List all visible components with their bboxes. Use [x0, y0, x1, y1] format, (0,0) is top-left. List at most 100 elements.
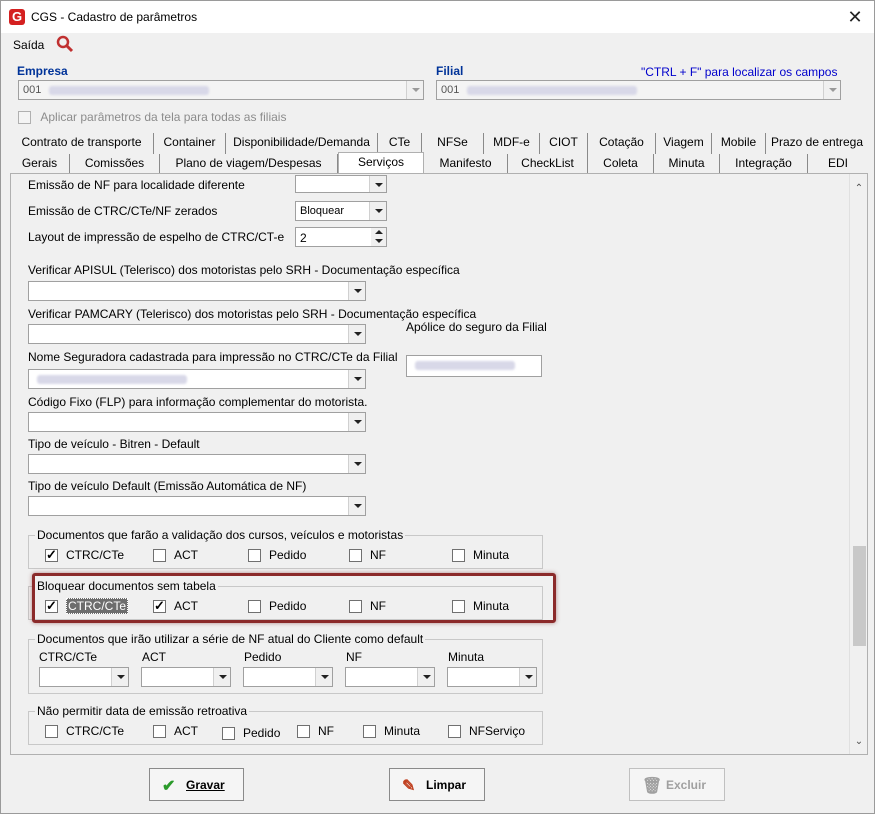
- chevron-down-icon[interactable]: [213, 668, 230, 686]
- emissao-nf-select[interactable]: [295, 175, 387, 193]
- parameters-window: G CGS - Cadastro de parâmetros ✕ Saída E…: [0, 0, 875, 814]
- apolice-input[interactable]: [406, 355, 542, 377]
- checkmark-icon: ✔: [162, 778, 176, 795]
- chevron-down-icon[interactable]: [348, 282, 365, 300]
- retroativa-pedido[interactable]: Pedido: [222, 726, 280, 741]
- chevron-down-icon[interactable]: [369, 176, 386, 192]
- apisul-select[interactable]: [28, 281, 366, 301]
- spin-down-icon[interactable]: [371, 237, 386, 246]
- highlight-box: [32, 573, 556, 623]
- tipo-veiculo-label: Tipo de veículo Default (Emissão Automát…: [28, 479, 307, 493]
- tab-manifesto[interactable]: Manifesto: [424, 154, 508, 175]
- serie-act-select[interactable]: [141, 667, 231, 687]
- checkbox-label: ACT: [174, 724, 198, 738]
- tab-cotacao[interactable]: Cotação: [588, 133, 656, 154]
- chevron-down-icon[interactable]: [417, 668, 434, 686]
- tab-nfse[interactable]: NFSe: [422, 133, 484, 154]
- ctrc-zerados-select[interactable]: Bloquear: [295, 201, 387, 221]
- tab-gerais[interactable]: Gerais: [10, 154, 70, 175]
- apply-all-checkbox[interactable]: [18, 111, 31, 125]
- chevron-down-icon[interactable]: [823, 81, 840, 99]
- serie-ctrc-select[interactable]: [39, 667, 129, 687]
- serie-col-minuta: Minuta: [448, 650, 485, 664]
- chevron-down-icon[interactable]: [315, 668, 332, 686]
- validacao-nf[interactable]: NF: [349, 548, 386, 563]
- checkbox[interactable]: [363, 725, 376, 739]
- group-retroativa: Não permitir data de emissão retroativa …: [28, 704, 543, 745]
- tab-mobile[interactable]: Mobile: [712, 133, 766, 154]
- vertical-scrollbar[interactable]: ⌃ ⌄: [849, 174, 867, 754]
- layout-spinner[interactable]: 2: [295, 227, 387, 247]
- layout-label: Layout de impressão de espelho de CTRC/C…: [28, 230, 285, 244]
- tipo-veiculo-select[interactable]: [28, 496, 366, 516]
- scroll-thumb[interactable]: [853, 546, 866, 646]
- title-bar: G CGS - Cadastro de parâmetros ✕: [1, 1, 874, 33]
- chevron-down-icon[interactable]: [519, 668, 536, 686]
- excluir-button[interactable]: 🗑 Excluir: [629, 768, 725, 801]
- bitren-select[interactable]: [28, 454, 366, 474]
- checkbox[interactable]: [448, 725, 461, 739]
- scroll-up-icon[interactable]: ⌃: [850, 180, 868, 197]
- tab-plano-viagem[interactable]: Plano de viagem/Despesas: [160, 154, 338, 175]
- search-icon[interactable]: [56, 35, 74, 53]
- checkbox[interactable]: [248, 549, 261, 563]
- spin-up-icon[interactable]: [371, 228, 386, 237]
- validacao-ctrc[interactable]: CTRC/CTe: [45, 547, 124, 563]
- retroativa-nfservico[interactable]: NFServiço: [448, 724, 525, 739]
- validacao-pedido[interactable]: Pedido: [248, 548, 306, 563]
- validacao-minuta[interactable]: Minuta: [452, 548, 509, 563]
- tab-integracao[interactable]: Integração: [720, 154, 808, 175]
- menu-bar: Saída: [1, 33, 874, 57]
- pamcary-select[interactable]: [28, 324, 366, 344]
- serie-minuta-select[interactable]: [447, 667, 537, 687]
- checkbox[interactable]: [153, 549, 166, 563]
- chevron-down-icon[interactable]: [348, 413, 365, 431]
- retroativa-act[interactable]: ACT: [153, 724, 198, 739]
- checkbox[interactable]: [222, 727, 235, 741]
- menu-exit[interactable]: Saída: [13, 38, 44, 52]
- serie-pedido-select[interactable]: [243, 667, 333, 687]
- scroll-down-icon[interactable]: ⌄: [850, 733, 868, 750]
- chevron-down-icon[interactable]: [348, 497, 365, 515]
- checkbox[interactable]: [452, 549, 465, 563]
- apply-all-row[interactable]: Aplicar parâmetros da tela para todas as…: [18, 110, 286, 125]
- retroativa-ctrc[interactable]: CTRC/CTe: [45, 724, 125, 739]
- serie-nf-select[interactable]: [345, 667, 435, 687]
- search-hint: "CTRL + F" para localizar os campos: [641, 65, 838, 79]
- chevron-down-icon[interactable]: [348, 370, 365, 388]
- tab-ciot[interactable]: CIOT: [540, 133, 588, 154]
- tab-mdfe[interactable]: MDF-e: [484, 133, 540, 154]
- checkbox[interactable]: [349, 549, 362, 563]
- checkbox[interactable]: [297, 725, 310, 739]
- empresa-select[interactable]: 001: [18, 80, 424, 100]
- tab-container[interactable]: Container: [154, 133, 226, 154]
- chevron-down-icon[interactable]: [406, 81, 423, 99]
- retroativa-nf[interactable]: NF: [297, 724, 334, 739]
- filial-select[interactable]: 001: [436, 80, 841, 100]
- seguradora-select[interactable]: [28, 369, 366, 389]
- tab-coleta[interactable]: Coleta: [588, 154, 654, 175]
- checkbox[interactable]: [45, 547, 58, 563]
- tab-viagem[interactable]: Viagem: [656, 133, 712, 154]
- checkbox-label: CTRC/CTe: [66, 724, 125, 738]
- checkbox[interactable]: [153, 725, 166, 739]
- chevron-down-icon[interactable]: [111, 668, 128, 686]
- tab-edi[interactable]: EDI: [808, 154, 868, 175]
- limpar-button[interactable]: ✎ Limpar: [389, 768, 485, 801]
- close-button[interactable]: ✕: [844, 6, 866, 28]
- retroativa-minuta[interactable]: Minuta: [363, 724, 420, 739]
- chevron-down-icon[interactable]: [348, 325, 365, 343]
- validacao-act[interactable]: ACT: [153, 548, 198, 563]
- tab-disponibilidade[interactable]: Disponibilidade/Demanda: [226, 133, 378, 154]
- checkbox[interactable]: [45, 725, 58, 739]
- chevron-down-icon[interactable]: [348, 455, 365, 473]
- tab-contrato-transporte[interactable]: Contrato de transporte: [10, 133, 154, 154]
- tab-checklist[interactable]: CheckList: [508, 154, 588, 175]
- codigo-fixo-select[interactable]: [28, 412, 366, 432]
- tab-minuta[interactable]: Minuta: [654, 154, 720, 175]
- gravar-button[interactable]: ✔ Gravar: [149, 768, 244, 801]
- tab-cte[interactable]: CTe: [378, 133, 422, 154]
- tab-prazo-entrega[interactable]: Prazo de entrega: [766, 133, 868, 154]
- chevron-down-icon[interactable]: [369, 202, 386, 220]
- tab-comissoes[interactable]: Comissões: [70, 154, 160, 175]
